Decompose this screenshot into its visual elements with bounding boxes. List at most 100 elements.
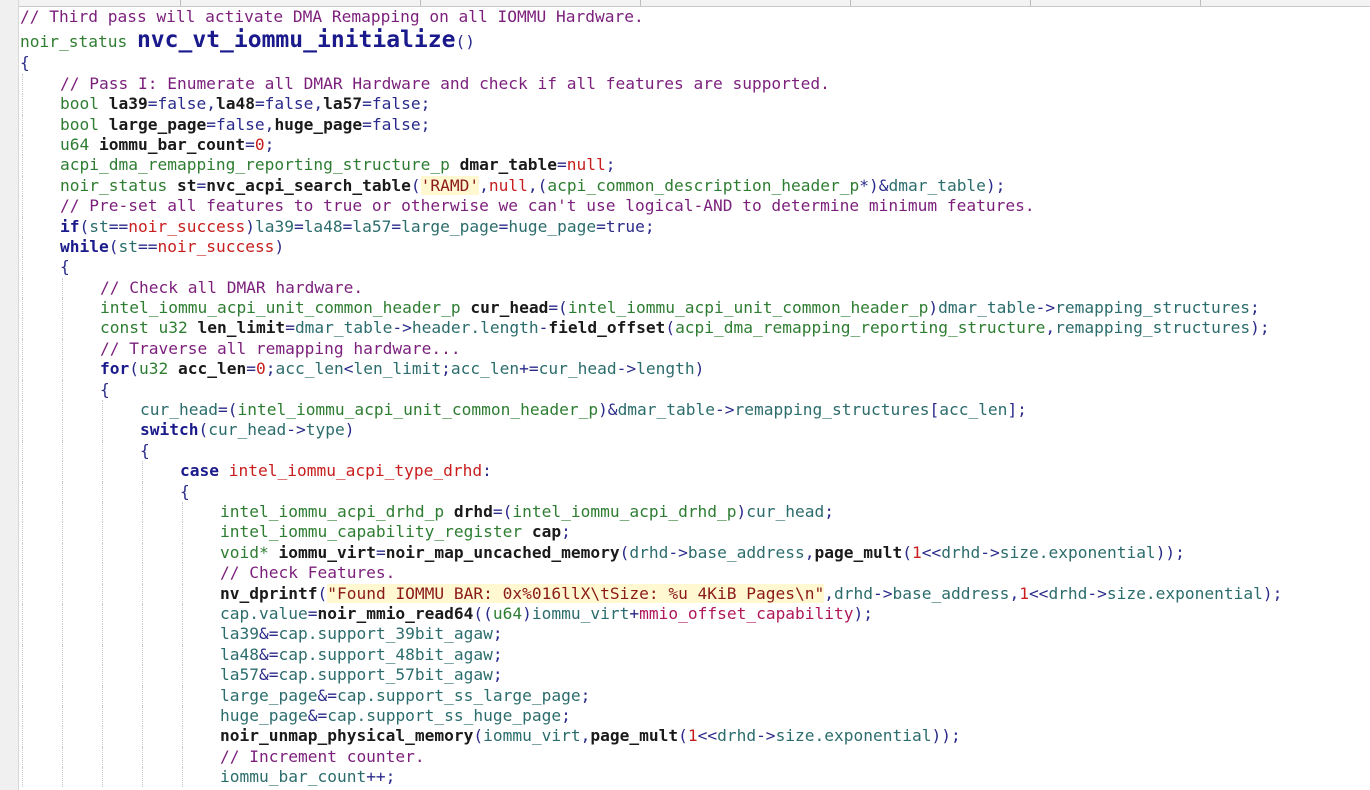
code-line[interactable]: // Check Features. <box>20 563 1370 584</box>
code-line[interactable]: u64 iommu_bar_count=0; <box>20 134 1370 156</box>
code-line-content: const u32 len_limit=dmar_table->header.l… <box>100 318 1270 338</box>
code-line[interactable]: while(st==noir_success) <box>20 236 1370 258</box>
code-line-content: { <box>20 53 30 73</box>
code-line[interactable]: intel_iommu_acpi_drhd_p drhd=(intel_iomm… <box>20 501 1370 523</box>
code-token: =( <box>492 501 513 521</box>
indent-guide <box>62 359 63 380</box>
code-token: null <box>488 175 528 195</box>
indent-guide <box>22 685 23 706</box>
code-token: &= <box>307 705 328 725</box>
code-editor[interactable]: // Third pass will activate DMA Remappin… <box>20 7 1370 788</box>
code-line[interactable]: bool la39=false,la48=false,la57=false; <box>20 94 1370 115</box>
code-line[interactable]: intel_iommu_acpi_unit_common_header_p cu… <box>20 298 1370 319</box>
code-line[interactable]: noir_unmap_physical_memory(iommu_virt,pa… <box>20 726 1370 747</box>
indent-guide <box>22 277 23 299</box>
code-token: huge_page <box>274 114 363 134</box>
indent-guide <box>62 726 63 747</box>
code-line[interactable]: // Traverse all remapping hardware... <box>20 338 1370 360</box>
code-line[interactable]: huge_page&=cap.support_ss_huge_page; <box>20 705 1370 727</box>
editor-tab-strip[interactable] <box>0 0 1370 7</box>
code-line[interactable]: if(st==noir_success)la39=la48=la57=large… <box>20 216 1370 237</box>
code-line[interactable]: cur_head=(intel_iommu_acpi_unit_common_h… <box>20 400 1370 421</box>
code-token: cur_head <box>746 501 825 521</box>
indent-guide <box>102 644 103 666</box>
code-token: =false; <box>362 94 431 114</box>
code-line[interactable]: iommu_bar_count++; <box>20 767 1370 788</box>
code-line[interactable]: noir_status nvc_vt_iommu_initialize() <box>20 27 1370 53</box>
code-token: page_mult <box>814 542 903 562</box>
indent-guide <box>142 501 143 523</box>
code-line[interactable]: { <box>20 379 1370 401</box>
indent-guide <box>22 236 23 258</box>
code-line[interactable]: { <box>20 440 1370 462</box>
code-line-content: while(st==noir_success) <box>60 237 284 257</box>
code-token: ; <box>1250 298 1260 318</box>
code-token: dmar_table <box>938 298 1036 318</box>
indent-guide <box>142 746 143 768</box>
code-line[interactable]: cap.value=noir_mmio_read64((u64)iommu_vi… <box>20 603 1370 625</box>
code-line[interactable]: // Pre-set all features to true or other… <box>20 196 1370 217</box>
code-line[interactable]: void* iommu_virt=noir_map_uncached_memor… <box>20 542 1370 564</box>
code-token: = <box>196 175 207 195</box>
code-line[interactable]: bool large_page=false,huge_page=false; <box>20 114 1370 135</box>
indent-guide <box>62 400 63 421</box>
code-line[interactable]: la48&=cap.support_48bit_agaw; <box>20 644 1370 666</box>
code-line[interactable]: // Increment counter. <box>20 746 1370 768</box>
code-token: , <box>1045 318 1056 338</box>
code-line[interactable]: intel_iommu_capability_register cap; <box>20 522 1370 543</box>
code-token: ) <box>344 420 355 440</box>
code-line[interactable]: switch(cur_head->type) <box>20 420 1370 441</box>
code-token: nvc_acpi_search_table <box>206 175 411 195</box>
code-line[interactable]: { <box>20 257 1370 278</box>
code-token: drhd <box>834 583 873 603</box>
code-token: cap.support_48bit_agaw <box>278 644 493 664</box>
code-token: ( <box>473 726 484 746</box>
indent-guide <box>62 522 63 543</box>
code-token: 0 <box>255 359 266 379</box>
code-token: acpi_dma_remapping_reporting_structure_p <box>60 155 460 175</box>
code-token: ( <box>79 216 90 236</box>
code-line[interactable]: acpi_dma_remapping_reporting_structure_p… <box>20 155 1370 176</box>
indent-guide <box>62 767 63 788</box>
code-line[interactable]: nv_dprintf("Found IOMMU BAR: 0x%016llX\t… <box>20 583 1370 604</box>
code-token: += <box>519 359 539 379</box>
indent-guide <box>182 501 183 523</box>
indent-guide <box>62 705 63 727</box>
indent-guide <box>22 73 23 95</box>
code-line[interactable]: { <box>20 53 1370 73</box>
indent-guide <box>62 583 63 604</box>
code-token: header.length <box>411 318 539 338</box>
code-token: page_mult <box>590 726 679 746</box>
code-token: ; <box>265 359 276 379</box>
code-line[interactable]: large_page&=cap.support_ss_large_page; <box>20 685 1370 706</box>
indent-guide <box>22 603 23 625</box>
code-line[interactable]: la57&=cap.support_57bit_agaw; <box>20 665 1370 686</box>
code-line-content: large_page&=cap.support_ss_large_page; <box>220 686 590 706</box>
code-line[interactable]: // Pass I: Enumerate all DMAR Hardware a… <box>20 73 1370 95</box>
code-token: ; <box>264 134 275 154</box>
code-token: = <box>246 359 256 379</box>
code-line[interactable]: la39&=cap.support_39bit_agaw; <box>20 624 1370 645</box>
indent-guide <box>22 644 23 666</box>
code-line[interactable]: for(u32 acc_len=0;acc_len<len_limit;acc_… <box>20 359 1370 380</box>
indent-guide <box>22 175 23 197</box>
code-line[interactable]: { <box>20 481 1370 502</box>
code-line[interactable]: noir_status st=nvc_acpi_search_table('RA… <box>20 175 1370 197</box>
indent-guide <box>102 563 103 584</box>
code-token: =false, <box>147 94 216 114</box>
code-token: 0 <box>254 134 265 154</box>
code-line[interactable]: // Check all DMAR hardware. <box>20 277 1370 299</box>
indent-guide <box>102 726 103 747</box>
code-token: , <box>479 175 489 195</box>
code-token: -> <box>1087 583 1107 603</box>
code-token: 1 <box>687 726 698 746</box>
code-token: dmar_table <box>617 400 716 420</box>
code-token: cap.support_39bit_agaw <box>278 624 493 644</box>
code-line[interactable]: // Third pass will activate DMA Remappin… <box>20 7 1370 27</box>
code-line[interactable]: case intel_iommu_acpi_type_drhd: <box>20 461 1370 482</box>
indent-guide <box>22 705 23 727</box>
code-token: = <box>557 155 567 175</box>
indent-guide <box>142 481 143 502</box>
code-line[interactable]: const u32 len_limit=dmar_table->header.l… <box>20 318 1370 339</box>
editor-gutter[interactable] <box>0 0 19 790</box>
